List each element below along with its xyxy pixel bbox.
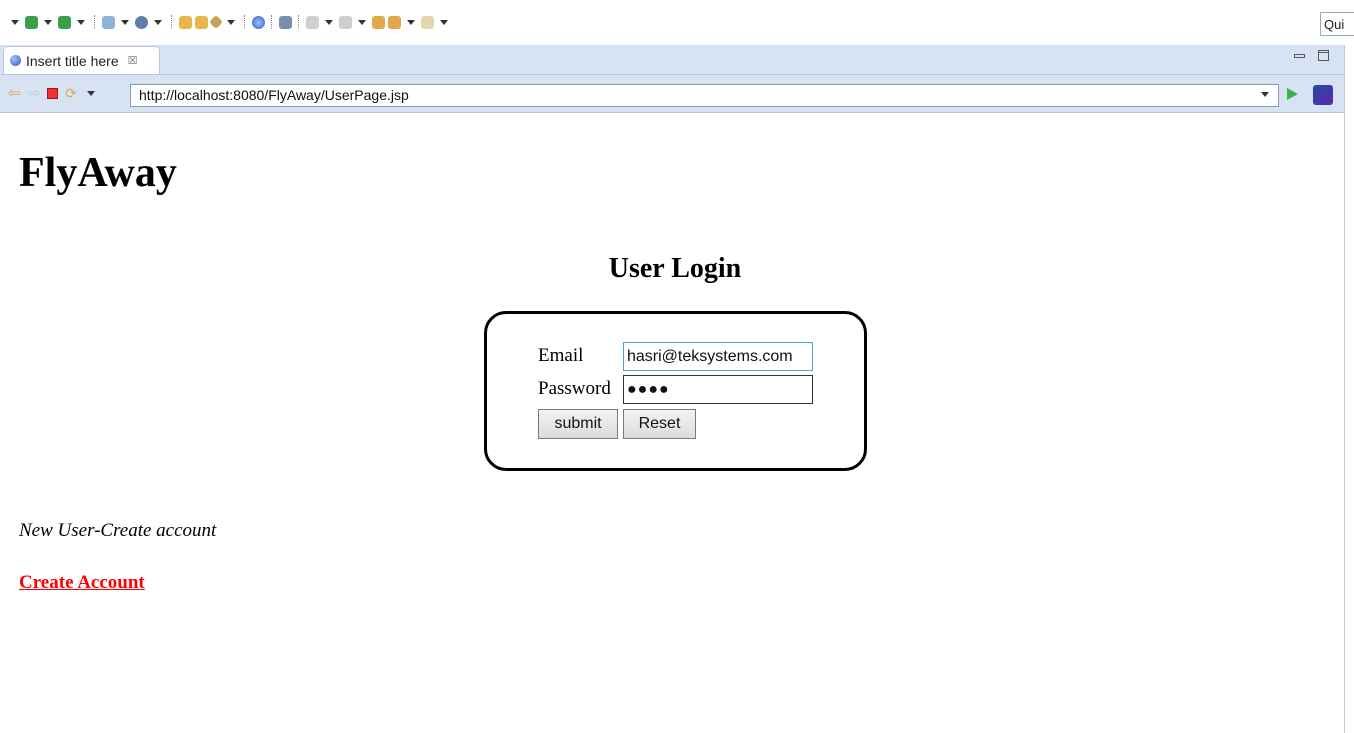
- chevron-down-icon[interactable]: [440, 19, 448, 25]
- site-title: FlyAway: [19, 150, 177, 196]
- tab-title: Insert title here: [26, 52, 119, 69]
- chevron-down-icon[interactable]: [227, 19, 235, 25]
- maximize-icon[interactable]: [1318, 50, 1329, 61]
- chevron-down-icon[interactable]: [358, 19, 366, 25]
- pin-icon[interactable]: [208, 14, 224, 30]
- password-label: Password: [538, 378, 611, 399]
- new-user-text: New User-Create account: [19, 520, 217, 541]
- toolbar-icons: [8, 10, 451, 34]
- chevron-down-icon[interactable]: [11, 19, 19, 25]
- chevron-down-icon[interactable]: [77, 19, 85, 25]
- create-account-link[interactable]: Create Account: [19, 572, 145, 594]
- toolbar-separator: [271, 15, 273, 29]
- run-icon[interactable]: [58, 15, 71, 29]
- submit-button[interactable]: submit: [538, 409, 618, 439]
- toolbar-separator: [94, 15, 96, 29]
- chevron-down-icon[interactable]: [86, 90, 95, 96]
- url-input[interactable]: http://localhost:8080/FlyAway/UserPage.j…: [130, 84, 1279, 107]
- browser-icon[interactable]: [252, 15, 265, 29]
- refresh-icon[interactable]: ⟳: [65, 85, 77, 102]
- forward-icon[interactable]: [421, 15, 434, 29]
- next-annotation-icon[interactable]: [306, 15, 319, 29]
- email-field[interactable]: hasri@teksystems.com: [623, 342, 813, 371]
- open-resource-icon[interactable]: [195, 15, 208, 29]
- quick-access-field[interactable]: Qui: [1320, 12, 1354, 36]
- back-icon[interactable]: [388, 15, 401, 29]
- toolbar-separator: [171, 15, 173, 29]
- open-type-icon[interactable]: [179, 15, 192, 29]
- go-icon[interactable]: [1287, 88, 1298, 100]
- prev-annotation-icon[interactable]: [339, 15, 352, 29]
- url-history-chevron-icon[interactable]: [1261, 92, 1269, 97]
- chevron-down-icon[interactable]: [325, 19, 333, 25]
- tab-insert-title-here[interactable]: Insert title here ☒: [3, 46, 160, 74]
- minimize-icon[interactable]: [1293, 50, 1305, 60]
- debug-icon[interactable]: [25, 15, 38, 29]
- globe-icon: [10, 55, 21, 66]
- toolbar-separator: [244, 15, 246, 29]
- email-label: Email: [538, 345, 584, 366]
- chevron-down-icon[interactable]: [44, 19, 52, 25]
- close-icon[interactable]: ☒: [128, 54, 138, 67]
- chevron-down-icon[interactable]: [154, 19, 162, 25]
- stop-icon[interactable]: [47, 87, 59, 99]
- editor-tab-strip: [0, 45, 1344, 75]
- login-heading: User Login: [608, 253, 742, 284]
- new-server-icon[interactable]: [135, 15, 148, 29]
- last-edit-icon[interactable]: [372, 15, 385, 29]
- vertical-scrollbar[interactable]: [1344, 45, 1354, 733]
- forward-arrow-icon[interactable]: ⇨: [28, 84, 41, 102]
- search-icon[interactable]: [279, 15, 292, 29]
- external-tools-icon[interactable]: [102, 15, 115, 29]
- eclipse-browser-icon[interactable]: [1313, 85, 1333, 105]
- reset-button[interactable]: Reset: [623, 409, 696, 439]
- password-field[interactable]: ●●●●: [623, 375, 813, 404]
- toolbar-separator: [298, 15, 300, 29]
- chevron-down-icon[interactable]: [407, 19, 415, 25]
- browser-nav-buttons: ⇦ ⇨ ⟳: [8, 83, 98, 103]
- chevron-down-icon[interactable]: [121, 19, 129, 25]
- back-arrow-icon[interactable]: ⇦: [8, 84, 21, 102]
